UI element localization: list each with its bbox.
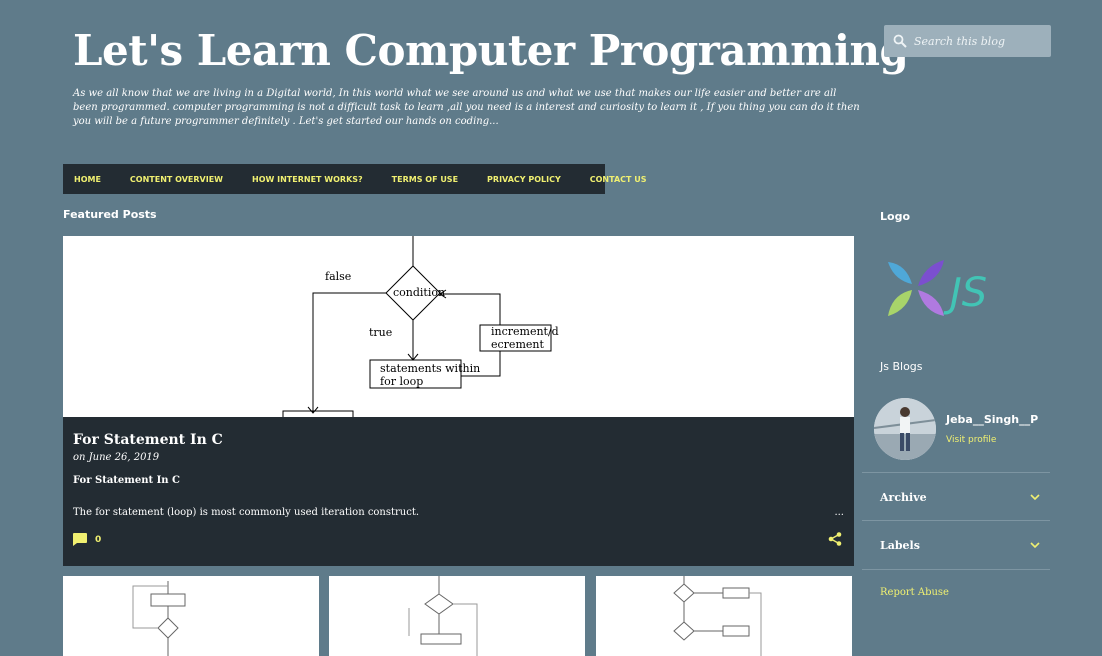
diagram-incr-line1: increment/d (491, 325, 559, 338)
featured-post-subtitle: For Statement In C (73, 475, 180, 486)
diagram-true-label: true (369, 326, 392, 339)
read-more-link[interactable]: ... (834, 507, 844, 518)
featured-heading: Featured Posts (63, 208, 157, 221)
comment-icon (73, 533, 87, 546)
featured-post-date: on June 26, 2019 (73, 452, 160, 463)
archive-toggle[interactable]: Archive (880, 487, 1040, 507)
blog-description: As we all know that we are living in a D… (73, 88, 860, 127)
logo-heading: Logo (880, 210, 910, 223)
diagram-condition-label: condition (393, 286, 445, 299)
diagram-incr-line2: ecrement (491, 338, 544, 351)
nav-contact-us[interactable]: CONTACT US (579, 175, 647, 184)
nav-content-overview[interactable]: CONTENT OVERVIEW (119, 175, 223, 184)
for-loop-flowchart: condition false true statements within f… (282, 236, 559, 417)
diagram-stmt-line2: for loop (380, 375, 423, 388)
nav-terms-of-use[interactable]: TERMS OF USE (381, 175, 458, 184)
search-icon[interactable] (893, 34, 907, 48)
labels-label: Labels (880, 538, 920, 552)
post-thumbnail[interactable] (63, 576, 319, 656)
comment-link[interactable]: 0 (73, 533, 101, 546)
main-nav: HOME CONTENT OVERVIEW HOW INTERNET WORKS… (63, 164, 647, 194)
divider (862, 569, 1050, 570)
avatar[interactable] (874, 398, 936, 460)
post-thumbnail[interactable] (329, 576, 585, 656)
labels-toggle[interactable]: Labels (880, 535, 1040, 555)
chevron-down-icon (1030, 493, 1040, 500)
report-abuse-link[interactable]: Report Abuse (880, 587, 949, 598)
share-icon[interactable] (828, 532, 842, 546)
diagram-false-label: false (325, 270, 351, 283)
nav-how-internet-works[interactable]: HOW INTERNET WORKS? (241, 175, 363, 184)
js-blogs-heading: Js Blogs (880, 360, 923, 373)
comment-count: 0 (95, 534, 102, 545)
post-thumbnail[interactable] (596, 576, 852, 656)
divider (862, 520, 1050, 521)
blog-title[interactable]: Let's Learn Computer Programming (73, 26, 909, 75)
divider (862, 472, 1050, 473)
featured-post-card[interactable]: condition false true statements within f… (63, 236, 854, 566)
chevron-down-icon (1030, 541, 1040, 548)
js-logo[interactable]: JS (884, 258, 1010, 322)
featured-post-snippet: The for statement (loop) is most commonl… (73, 507, 420, 518)
profile-photo (874, 398, 936, 460)
nav-privacy-policy[interactable]: PRIVACY POLICY (476, 175, 561, 184)
leaf-logo-icon: JS (888, 260, 987, 316)
featured-post-title[interactable]: For Statement In C (73, 432, 223, 448)
visit-profile-link[interactable]: Visit profile (946, 435, 996, 445)
search-box[interactable] (884, 25, 1051, 57)
search-input[interactable] (914, 25, 1044, 57)
profile-name[interactable]: Jeba__Singh__P (946, 413, 1038, 426)
thumbnail-flowchart (132, 581, 186, 656)
archive-label: Archive (880, 490, 927, 504)
thumbnail-flowchart (673, 576, 762, 656)
nav-home[interactable]: HOME (63, 175, 101, 184)
featured-post-image[interactable]: condition false true statements within f… (63, 236, 854, 417)
diagram-stmt-line1: statements within (380, 362, 480, 375)
thumbnail-flowchart (408, 576, 478, 656)
logo-text: JS (943, 270, 987, 316)
